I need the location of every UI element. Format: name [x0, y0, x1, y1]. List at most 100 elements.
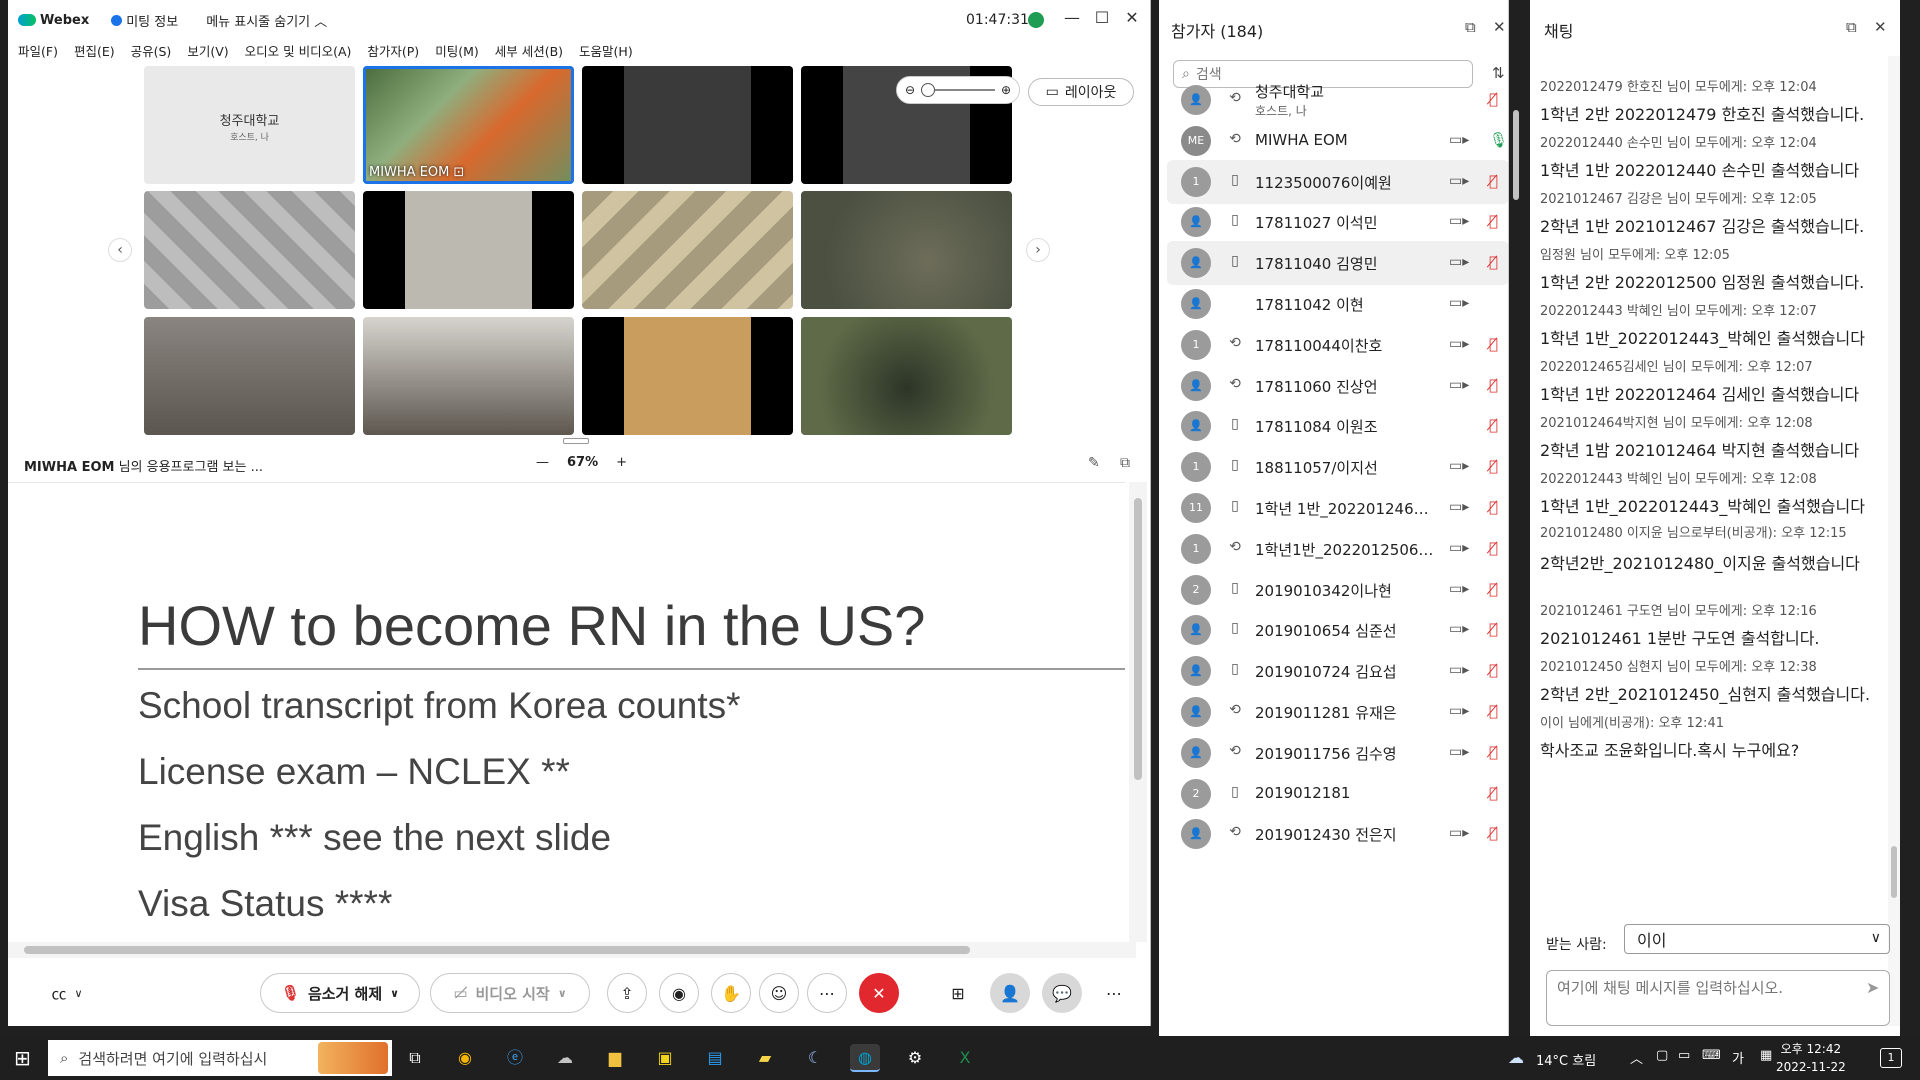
participant-row[interactable]: 👤 ⟲ 2019011756 김수영 ▭▸ 🎙̸ [1167, 731, 1508, 775]
video-camera-icon[interactable]: ▭▸ [1449, 540, 1469, 556]
maximize-icon[interactable]: ☐ [1090, 8, 1114, 27]
zoom-increase-icon[interactable]: + [616, 455, 627, 470]
mic-muted-icon[interactable]: 🎙̸ [1489, 661, 1498, 679]
reactions-button[interactable]: ☺ [759, 973, 799, 1013]
mic-muted-icon[interactable]: 🎙̸ [1489, 212, 1498, 230]
webex-taskbar-icon[interactable]: ◍ [850, 1044, 880, 1072]
scrollbar-thumb[interactable] [1891, 846, 1897, 898]
network-signal-icon[interactable] [1028, 12, 1044, 28]
chevron-up-icon[interactable]: ︿ [1630, 1048, 1643, 1067]
participant-row[interactable]: 1 ⟲ 178110044이찬호 ▭▸ 🎙̸ [1167, 323, 1508, 367]
menu-meeting[interactable]: 미팅(M) [435, 41, 479, 60]
video-camera-icon[interactable]: ▭▸ [1449, 254, 1469, 270]
participant-row[interactable]: 👤 ▯ 17811040 김영민 ▭▸ 🎙̸ [1167, 241, 1508, 286]
mic-muted-icon[interactable]: 🎙̸ [1489, 416, 1498, 434]
participant-row[interactable]: 2 ▯ 2019010342이나현 ▭▸ 🎙̸ [1167, 568, 1508, 612]
windows-start-icon[interactable]: ⊞ [14, 1046, 31, 1070]
mic-muted-icon[interactable]: 🎙̸ [1489, 335, 1498, 353]
video-zoom-slider[interactable]: ⊖ ⊕ [896, 76, 1020, 104]
participant-row[interactable]: 👤 ▯ 17811027 이석민 ▭▸ 🎙̸ [1167, 200, 1508, 244]
video-camera-icon[interactable]: ▭▸ [1449, 336, 1469, 352]
keyboard-icon[interactable]: ⌨ [1702, 1048, 1721, 1063]
video-tile-active-speaker[interactable]: MIWHA EOM ⊡ [363, 66, 574, 184]
unmute-button[interactable]: 🎙 음소거 해제 ∨ [260, 973, 420, 1013]
tray-icon[interactable]: ▢ [1656, 1048, 1668, 1063]
video-camera-icon[interactable]: ▭▸ [1449, 703, 1469, 719]
zoom-in-icon[interactable]: ⊕ [1001, 83, 1011, 97]
mic-muted-icon[interactable]: 🎙̸ [1489, 457, 1498, 475]
menu-help[interactable]: 도움말(H) [579, 41, 633, 60]
end-call-button[interactable]: ✕ [859, 973, 899, 1013]
mic-muted-icon[interactable]: 🎙̸ [1489, 539, 1498, 557]
mic-muted-icon[interactable]: 🎙̸ [1489, 824, 1498, 842]
video-camera-icon[interactable]: ▭▸ [1449, 499, 1469, 515]
participant-row[interactable]: 11 ▯ 1학년 1반_2022012467... ▭▸ 🎙̸ [1167, 486, 1508, 530]
mic-muted-icon[interactable]: 🎙̸ [1489, 784, 1498, 802]
menu-breakout[interactable]: 세부 세션(B) [495, 41, 563, 60]
chat-panel-button[interactable]: 💬 [1042, 973, 1082, 1013]
video-camera-icon[interactable]: ▭▸ [1449, 213, 1469, 229]
zoom-out-icon[interactable]: ⊖ [905, 83, 915, 97]
participant-row[interactable]: 👤 ▯ 2019010654 심준선 ▭▸ 🎙̸ [1167, 608, 1508, 652]
video-tile[interactable] [363, 317, 574, 435]
video-camera-icon[interactable]: ▭▸ [1449, 825, 1469, 841]
video-tile[interactable] [363, 191, 574, 309]
mic-muted-icon[interactable]: 🎙̸ [1489, 90, 1498, 108]
panel-more-button[interactable]: ⋯ [1094, 973, 1134, 1013]
grid-resize-handle[interactable] [563, 438, 589, 444]
layout-button[interactable]: ▭ 레이아웃 [1028, 78, 1134, 106]
video-camera-icon[interactable]: ▭▸ [1449, 621, 1469, 637]
video-tile[interactable] [801, 317, 1012, 435]
mic-muted-icon[interactable]: 🎙̸ [1489, 376, 1498, 394]
mic-muted-icon[interactable]: 🎙̸ [1489, 172, 1498, 190]
menu-edit[interactable]: 편집(E) [74, 41, 115, 60]
settings-icon[interactable]: ⚙ [900, 1044, 930, 1072]
app-icon[interactable]: ☾ [800, 1044, 830, 1072]
captions-button[interactable]: ㏄ ∨ [42, 973, 92, 1013]
task-view-icon[interactable]: ⧉ [400, 1044, 430, 1072]
zoom-decrease-icon[interactable]: — [536, 455, 549, 470]
popout-icon[interactable]: ⧉ [1846, 18, 1857, 36]
video-camera-icon[interactable]: ▭▸ [1449, 581, 1469, 597]
taskbar-clock[interactable]: 오후 12:42 2022-11-22 [1776, 1040, 1846, 1076]
scrollbar-thumb[interactable] [24, 946, 970, 954]
zoom-slider-handle[interactable] [921, 83, 936, 97]
share-view-options-icon[interactable]: ⧉ [1120, 455, 1130, 471]
menu-file[interactable]: 파일(F) [18, 41, 58, 60]
menu-audio-video[interactable]: 오디오 및 비디오(A) [245, 41, 352, 60]
mic-muted-icon[interactable]: 🎙̸ [1489, 620, 1498, 638]
participant-row[interactable]: 👤 ▯ 2019010724 김요섭 ▭▸ 🎙̸ [1167, 649, 1508, 693]
video-camera-icon[interactable]: ▭▸ [1449, 295, 1469, 311]
participant-row[interactable]: 👤 ⟲ 17811060 진상언 ▭▸ 🎙̸ [1167, 364, 1508, 408]
close-panel-icon[interactable]: ✕ [1493, 18, 1506, 36]
close-panel-icon[interactable]: ✕ [1874, 18, 1887, 36]
video-camera-icon[interactable]: ▭▸ [1449, 744, 1469, 760]
excel-icon[interactable]: X [950, 1044, 980, 1072]
edge-icon[interactable]: ⓔ [500, 1044, 530, 1072]
weather-icon[interactable]: ☁ [1508, 1048, 1524, 1067]
start-video-button[interactable]: ▭̸ 비디오 시작 ∨ [430, 973, 590, 1013]
ime-indicator[interactable]: 가 [1732, 1048, 1744, 1067]
annotate-icon[interactable]: ✎ [1088, 455, 1100, 471]
menu-view[interactable]: 보기(V) [187, 41, 228, 60]
scrollbar-thumb[interactable] [1513, 110, 1519, 200]
send-icon[interactable]: ➤ [1866, 978, 1879, 997]
video-camera-icon[interactable]: ▭▸ [1449, 132, 1469, 148]
mic-muted-icon[interactable]: 🎙̸ [1489, 743, 1498, 761]
video-camera-icon[interactable]: ▭▸ [1449, 662, 1469, 678]
ime-mode-icon[interactable]: ▦ [1760, 1048, 1772, 1063]
video-camera-icon[interactable]: ▭▸ [1449, 377, 1469, 393]
participant-row[interactable]: 👤 ⟲ 청주대학교 호스트, 나 🎙̸ [1167, 78, 1508, 122]
file-explorer-icon[interactable]: ▆ [600, 1044, 630, 1072]
participant-row[interactable]: 1 ▯ 18811057/이지선 ▭▸ 🎙̸ [1167, 445, 1508, 489]
hide-menu-bar-button[interactable]: 메뉴 표시줄 숨기기 ︿ [206, 11, 327, 30]
video-tile[interactable] [144, 191, 355, 309]
kakaotalk-icon[interactable]: ▣ [650, 1044, 680, 1072]
participant-row[interactable]: 👤 17811042 이현 ▭▸ [1167, 282, 1508, 326]
weather-text[interactable]: 14°C 흐림 [1536, 1050, 1596, 1069]
raise-hand-button[interactable]: ✋ [711, 973, 751, 1013]
participant-row[interactable]: 👤 ⟲ 2019012430 전은지 ▭▸ 🎙̸ [1167, 812, 1508, 856]
apps-button[interactable]: ⊞ [938, 973, 978, 1013]
video-camera-icon[interactable]: ▭▸ [1449, 458, 1469, 474]
mic-muted-icon[interactable]: 🎙̸ [1489, 580, 1498, 598]
